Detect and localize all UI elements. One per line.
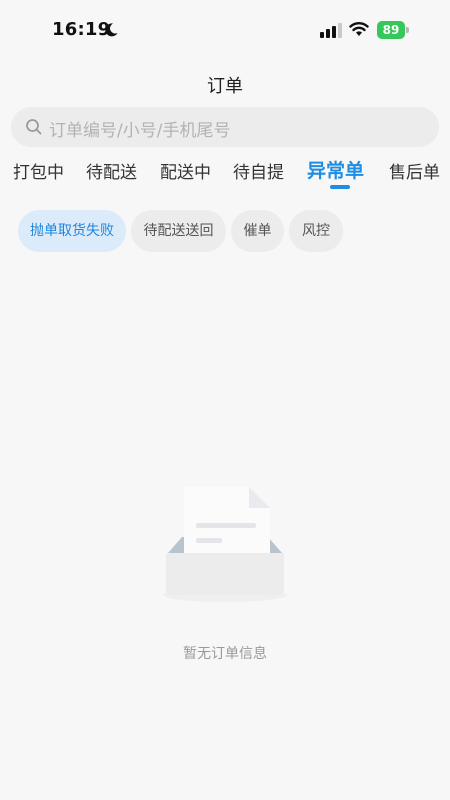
tab-packing[interactable]: 打包中 — [13, 158, 64, 183]
tab-awaiting-pickup[interactable]: 待自提 — [233, 158, 284, 183]
battery-level: 89 — [377, 21, 405, 39]
chip-urge-order[interactable]: 催单 — [231, 210, 284, 252]
cellular-signal-icon — [320, 22, 342, 38]
tab-abnormal[interactable]: 异常单 — [307, 156, 364, 183]
chip-risk-control[interactable]: 风控 — [289, 210, 343, 252]
page-title: 订单 — [207, 76, 243, 97]
battery-icon: 89 — [377, 21, 409, 39]
active-tab-indicator — [330, 185, 350, 189]
status-bar: 16:19 89 — [0, 0, 450, 60]
battery-tip — [406, 27, 409, 33]
chip-dispatch-pickup-failed[interactable]: 抛单取货失败 — [18, 210, 126, 252]
wifi-icon — [349, 21, 369, 37]
tab-after-sales[interactable]: 售后单 — [389, 158, 440, 183]
search-input[interactable]: 订单编号/小号/手机尾号 — [49, 116, 230, 141]
order-status-tabs: 打包中 待配送 配送中 待自提 异常单 售后单 — [0, 156, 450, 196]
search-icon — [25, 118, 43, 136]
chip-awaiting-return[interactable]: 待配送送回 — [131, 210, 226, 252]
moon-icon — [103, 22, 119, 38]
empty-state-message: 暂无订单信息 — [183, 646, 267, 662]
tab-delivering[interactable]: 配送中 — [160, 158, 211, 183]
empty-box-illustration — [158, 485, 292, 607]
search-bar[interactable]: 订单编号/小号/手机尾号 — [11, 107, 439, 147]
status-time: 16:19 — [52, 19, 111, 40]
tab-awaiting-delivery[interactable]: 待配送 — [86, 158, 137, 183]
